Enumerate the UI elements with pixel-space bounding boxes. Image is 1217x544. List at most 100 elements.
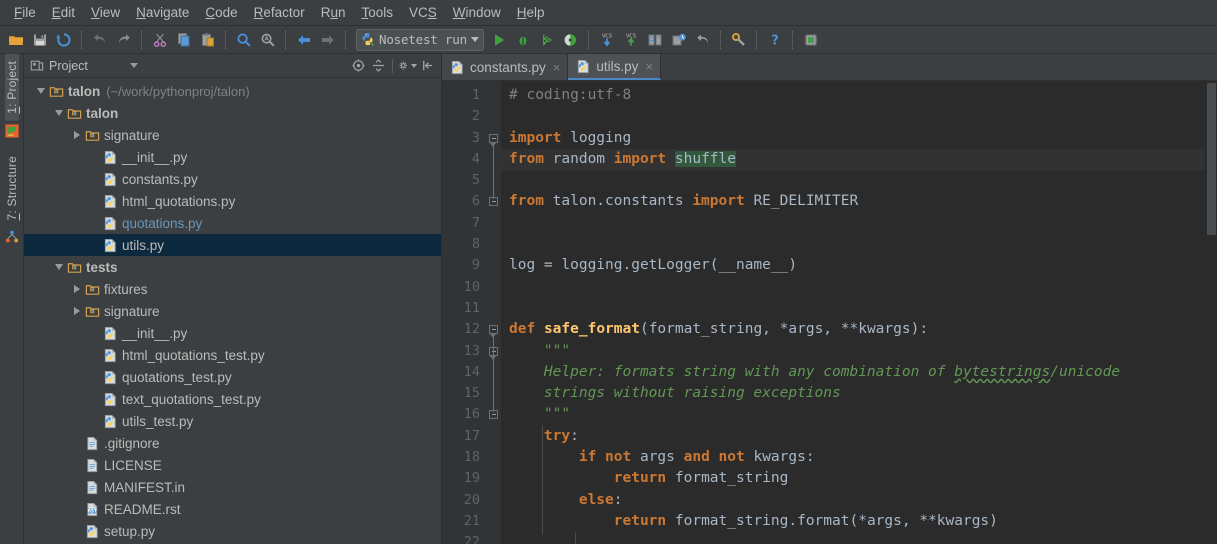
code-line[interactable] [501,277,1217,298]
tree-node[interactable]: fixtures [24,278,441,300]
find-icon[interactable] [233,29,255,51]
code-line[interactable] [501,298,1217,319]
settings-wrench-icon[interactable] [728,29,750,51]
tree-node[interactable]: talon [24,102,441,124]
code-line[interactable]: from talon.constants import RE_DELIMITER [501,191,1217,212]
help-icon[interactable]: ? [764,29,786,51]
code-line[interactable]: from random import shuffle [501,149,1217,170]
code-line[interactable] [501,234,1217,255]
menu-item-help[interactable]: Help [509,3,553,22]
code-line[interactable]: import logging [501,128,1217,149]
settings-gear-icon[interactable] [398,56,417,75]
code-folding-gutter[interactable] [488,81,501,544]
copy-icon[interactable] [173,29,195,51]
code-line[interactable] [501,213,1217,234]
chevron-down-icon[interactable] [34,84,48,98]
tree-node[interactable]: text_quotations_test.py [24,388,441,410]
replace-icon[interactable] [257,29,279,51]
open-folder-icon[interactable] [5,29,27,51]
menu-item-navigate[interactable]: Navigate [128,3,197,22]
project-view-chevron-down-icon[interactable] [130,63,138,68]
fold-collapse-icon[interactable] [489,325,498,334]
tree-node[interactable]: quotations.py [24,212,441,234]
code-line[interactable]: else: [501,490,1217,511]
close-icon[interactable]: × [645,60,653,73]
tree-node[interactable]: html_quotations_test.py [24,344,441,366]
chevron-down-icon[interactable] [52,260,66,274]
tree-node[interactable]: __init__.py [24,322,441,344]
scrollbar-thumb[interactable] [1207,83,1216,235]
vcs-history-icon[interactable] [668,29,690,51]
editor-vertical-scrollbar[interactable] [1204,81,1217,544]
editor-tab-utils-py[interactable]: utils.py× [568,54,661,80]
tree-node[interactable]: .gitignore [24,432,441,454]
project-tree[interactable]: talon(~/work/pythonproj/talon)talonsigna… [24,78,441,544]
code-line[interactable]: """ [501,404,1217,425]
cut-icon[interactable] [149,29,171,51]
back-icon[interactable] [293,29,315,51]
code-line[interactable]: return format_string.format(*args, **kwa… [501,511,1217,532]
tree-node[interactable]: html_quotations.py [24,190,441,212]
code-line[interactable]: if not args and not kwargs: [501,447,1217,468]
menu-item-code[interactable]: Code [197,3,245,22]
menu-item-tools[interactable]: Tools [353,3,401,22]
vcs-compare-icon[interactable] [644,29,666,51]
gear-chevron-down-icon[interactable] [411,64,417,68]
run-configuration-selector[interactable]: Nosetest run [356,29,484,51]
tree-node-selected[interactable]: utils.py [24,234,441,256]
tree-node[interactable]: signature [24,124,441,146]
code-line[interactable]: # coding:utf-8 [501,85,1217,106]
sync-refresh-icon[interactable] [53,29,75,51]
vcs-commit-icon[interactable]: VCS [620,29,642,51]
sidebar-item-project[interactable]: 1: Project [5,54,19,121]
run-icon[interactable] [488,29,510,51]
save-all-icon[interactable] [29,29,51,51]
sidebar-item-structure[interactable]: 7: Structure [5,149,19,227]
tree-node[interactable]: signature [24,300,441,322]
editor-tab-constants-py[interactable]: constants.py× [442,54,568,80]
debug-icon[interactable] [512,29,534,51]
forward-icon[interactable] [317,29,339,51]
undo-icon[interactable] [89,29,111,51]
chevron-right-icon[interactable] [70,282,84,296]
hide-panel-icon[interactable] [418,56,437,75]
menu-item-vcs[interactable]: VCS [401,3,445,22]
code-line[interactable]: log = logging.getLogger(__name__) [501,255,1217,276]
vcs-rollback-icon[interactable] [692,29,714,51]
code-line[interactable]: Helper: formats string with any combinat… [501,362,1217,383]
collapse-all-icon[interactable] [369,56,388,75]
sdk-manager-icon[interactable] [800,29,822,51]
chevron-right-icon[interactable] [70,304,84,318]
tree-node[interactable]: __init__.py [24,146,441,168]
tree-node[interactable]: talon(~/work/pythonproj/talon) [24,80,441,102]
code-line[interactable]: strings without raising exceptions [501,383,1217,404]
code-line[interactable]: """ [501,341,1217,362]
chevron-right-icon[interactable] [70,128,84,142]
vcs-update-icon[interactable]: VCS [596,29,618,51]
code-line[interactable] [501,106,1217,127]
menu-item-file[interactable]: File [6,3,44,22]
scroll-from-source-icon[interactable] [349,56,368,75]
code-line[interactable]: try: [501,426,1217,447]
tree-node[interactable]: quotations_test.py [24,366,441,388]
chevron-down-icon[interactable] [52,106,66,120]
chevron-down-icon[interactable] [471,37,479,42]
menu-item-refactor[interactable]: Refactor [246,3,313,22]
tree-node[interactable]: RSTREADME.rst [24,498,441,520]
close-icon[interactable]: × [553,61,561,74]
code-line[interactable]: def safe_format(format_string, *args, **… [501,319,1217,340]
redo-icon[interactable] [113,29,135,51]
profile-icon[interactable] [560,29,582,51]
run-coverage-icon[interactable] [536,29,558,51]
menu-item-edit[interactable]: Edit [44,3,83,22]
menu-item-view[interactable]: View [83,3,128,22]
tree-node[interactable]: setup.py [24,520,441,542]
tree-node[interactable]: LICENSE [24,454,441,476]
tree-node[interactable]: MANIFEST.in [24,476,441,498]
code-line[interactable] [501,532,1217,544]
tree-node[interactable]: utils_test.py [24,410,441,432]
fold-collapse-icon[interactable] [489,134,498,143]
code-line[interactable] [501,170,1217,191]
paste-icon[interactable] [197,29,219,51]
code-line[interactable]: return format_string [501,468,1217,489]
